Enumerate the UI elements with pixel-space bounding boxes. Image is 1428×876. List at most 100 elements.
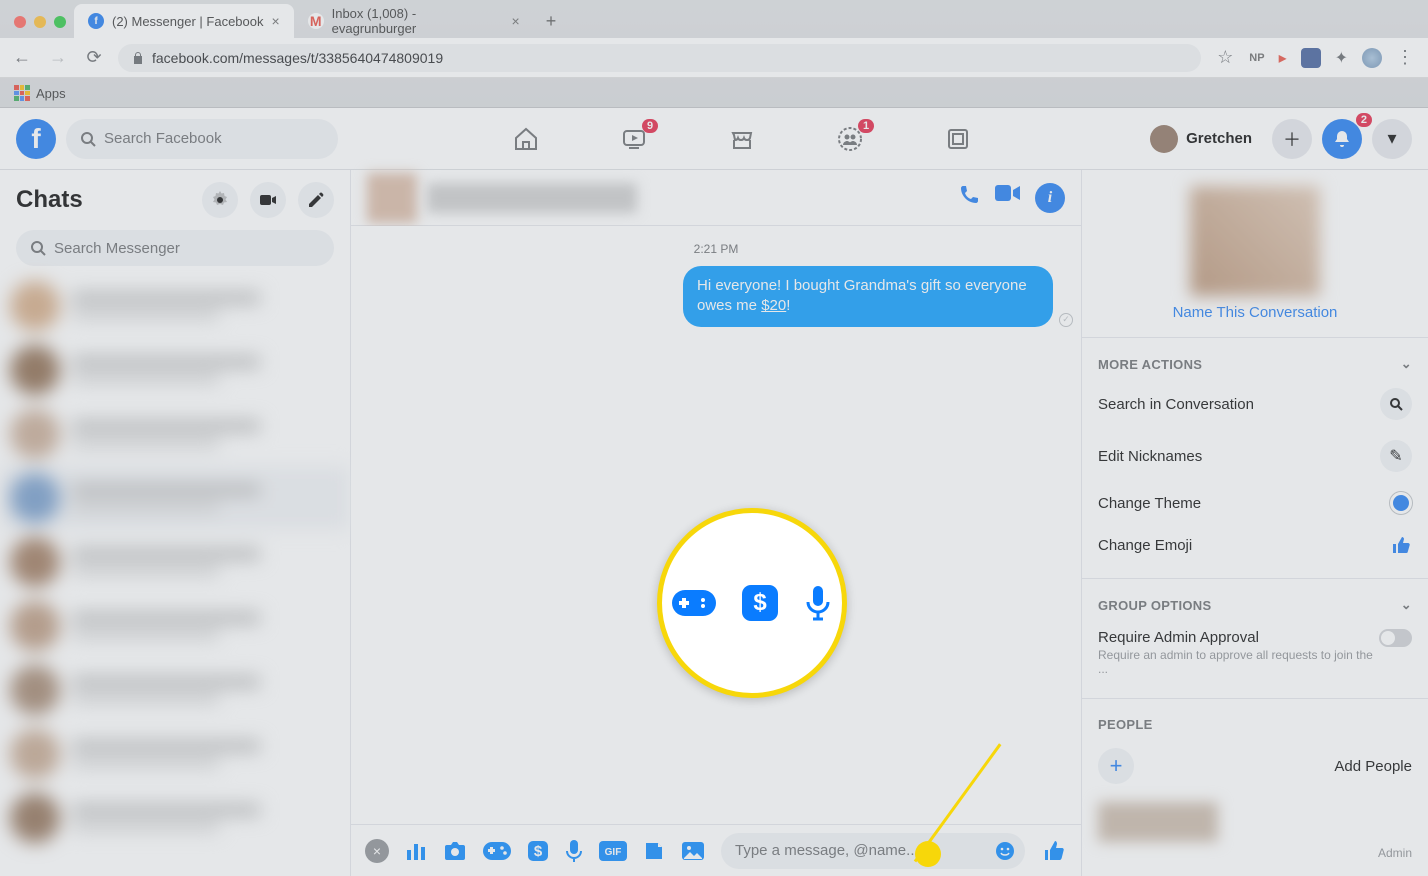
toggle-switch[interactable] <box>1379 629 1412 647</box>
message-bubble[interactable]: Hi everyone! I bought Grandma's gift so … <box>683 266 1053 327</box>
kebab-menu-icon[interactable]: ⋮ <box>1396 47 1414 68</box>
people-header[interactable]: PEOPLE <box>1098 711 1412 738</box>
search-in-conversation-row[interactable]: Search in Conversation <box>1098 378 1412 430</box>
browser-chrome: f (2) Messenger | Facebook × M Inbox (1,… <box>0 0 1428 108</box>
stickers-icon[interactable] <box>643 840 665 862</box>
edit-icon: ✎ <box>1380 440 1412 472</box>
reload-icon[interactable]: ⟳ <box>82 47 106 68</box>
details-panel: Name This Conversation MORE ACTIONS ⌄ Se… <box>1082 170 1428 876</box>
name-conversation-link[interactable]: Name This Conversation <box>1098 304 1412 321</box>
chats-title: Chats <box>16 186 83 214</box>
video-call-icon[interactable] <box>250 182 286 218</box>
extension-icon[interactable]: ▸ <box>1279 48 1287 68</box>
create-button[interactable]: ＋ <box>1272 119 1312 159</box>
camera-icon[interactable] <box>443 840 467 862</box>
like-icon[interactable] <box>1041 838 1067 864</box>
image-icon[interactable] <box>681 841 705 861</box>
facebook-search-input[interactable]: Search Facebook <box>66 119 338 159</box>
extension-icon[interactable] <box>1301 48 1321 68</box>
chevron-down-icon: ⌄ <box>1401 597 1412 613</box>
browser-tab-messenger[interactable]: f (2) Messenger | Facebook × <box>74 4 294 38</box>
conversation-avatar[interactable] <box>367 173 417 223</box>
conversation-body[interactable]: 2:21 PM Hi everyone! I bought Grandma's … <box>351 226 1081 824</box>
more-actions-header[interactable]: MORE ACTIONS ⌄ <box>1098 350 1412 378</box>
video-call-icon[interactable] <box>995 183 1021 213</box>
settings-icon[interactable] <box>202 182 238 218</box>
forward-icon[interactable]: → <box>46 47 70 68</box>
groups-badge: 1 <box>858 119 874 133</box>
extension-icon[interactable]: NP <box>1249 52 1264 64</box>
admin-label: Admin <box>1098 846 1412 860</box>
profile-name: Gretchen <box>1186 130 1252 147</box>
change-emoji-row[interactable]: Change Emoji <box>1098 524 1412 566</box>
notifications-button[interactable]: 2 <box>1322 119 1362 159</box>
profile-button[interactable]: Gretchen <box>1146 121 1262 157</box>
people-list-item[interactable] <box>1098 802 1218 842</box>
groups-tab-icon[interactable]: 1 <box>836 125 864 153</box>
main-content: Chats Search Messenger <box>0 170 1428 876</box>
avatar <box>1150 125 1178 153</box>
change-theme-row[interactable]: Change Theme <box>1098 482 1412 524</box>
minimize-window-icon[interactable] <box>34 16 46 28</box>
message-text-suffix: ! <box>786 297 790 314</box>
star-icon[interactable]: ☆ <box>1213 47 1237 68</box>
extension-icons: NP ▸ ✦ ⋮ <box>1249 47 1418 68</box>
notification-badge: 2 <box>1356 113 1372 127</box>
plus-icon: + <box>1098 748 1134 784</box>
message-row: Hi everyone! I bought Grandma's gift so … <box>351 256 1081 337</box>
compose-bar: × $ GIF <box>351 824 1081 876</box>
chats-sidebar: Chats Search Messenger <box>0 170 351 876</box>
close-window-icon[interactable] <box>14 16 26 28</box>
require-admin-row[interactable]: Require Admin Approval Require an admin … <box>1098 619 1412 686</box>
microphone-icon[interactable] <box>565 839 583 863</box>
conversation-info-icon[interactable]: i <box>1035 183 1065 213</box>
close-tab-icon[interactable]: × <box>272 13 280 29</box>
watch-badge: 9 <box>642 119 658 133</box>
payment-icon[interactable]: $ <box>527 840 549 862</box>
edit-nicknames-row[interactable]: Edit Nicknames ✎ <box>1098 430 1412 482</box>
poll-icon[interactable] <box>405 840 427 862</box>
browser-tab-gmail[interactable]: M Inbox (1,008) - evagrunburger × <box>294 4 534 38</box>
message-text-prefix: Hi everyone! I bought Grandma's gift so … <box>697 277 1027 314</box>
gif-icon[interactable]: GIF <box>599 841 627 861</box>
watch-tab-icon[interactable]: 9 <box>620 125 648 153</box>
gaming-tab-icon[interactable] <box>944 125 972 153</box>
facebook-logo-icon[interactable]: f <box>16 119 56 159</box>
new-tab-button[interactable]: + <box>534 11 569 38</box>
search-placeholder: Search Facebook <box>104 130 222 147</box>
extensions-menu-icon[interactable]: ✦ <box>1335 48 1348 68</box>
maximize-window-icon[interactable] <box>54 16 66 28</box>
compose-icon[interactable] <box>298 182 334 218</box>
group-options-header[interactable]: GROUP OPTIONS ⌄ <box>1098 591 1412 619</box>
conversation-title[interactable] <box>427 183 637 213</box>
theme-icon <box>1390 492 1412 514</box>
add-people-row[interactable]: + Add People <box>1098 738 1412 794</box>
account-menu-button[interactable]: ▾ <box>1372 119 1412 159</box>
chat-list[interactable] <box>0 274 350 876</box>
message-amount[interactable]: $20 <box>761 297 786 314</box>
profile-avatar-icon[interactable] <box>1362 48 1382 68</box>
message-input[interactable]: Type a message, @name... <box>721 833 1025 869</box>
window-controls[interactable] <box>10 16 74 38</box>
address-bar[interactable]: facebook.com/messages/t/3385640474809019 <box>118 44 1201 72</box>
back-icon[interactable]: ← <box>10 47 34 68</box>
close-tab-icon[interactable]: × <box>512 13 520 29</box>
svg-text:$: $ <box>534 843 543 860</box>
chats-header: Chats <box>0 170 350 222</box>
marketplace-tab-icon[interactable] <box>728 125 756 153</box>
home-tab-icon[interactable] <box>512 125 540 153</box>
url-text: facebook.com/messages/t/3385640474809019 <box>152 50 443 66</box>
message-placeholder: Type a message, @name... <box>735 842 919 859</box>
search-icon <box>80 131 96 147</box>
games-icon[interactable] <box>483 842 511 860</box>
cancel-icon[interactable]: × <box>365 839 389 863</box>
conversation-panel: i 2:21 PM Hi everyone! I bought Grandma'… <box>351 170 1082 876</box>
search-messenger-input[interactable]: Search Messenger <box>16 230 334 266</box>
facebook-top-right: Gretchen ＋ 2 ▾ <box>1146 119 1412 159</box>
search-placeholder: Search Messenger <box>54 240 180 257</box>
emoji-picker-icon[interactable] <box>995 841 1015 861</box>
apps-label[interactable]: Apps <box>36 86 66 101</box>
tab-title: (2) Messenger | Facebook <box>112 14 264 29</box>
voice-call-icon[interactable] <box>957 183 981 213</box>
apps-icon[interactable] <box>14 85 30 101</box>
